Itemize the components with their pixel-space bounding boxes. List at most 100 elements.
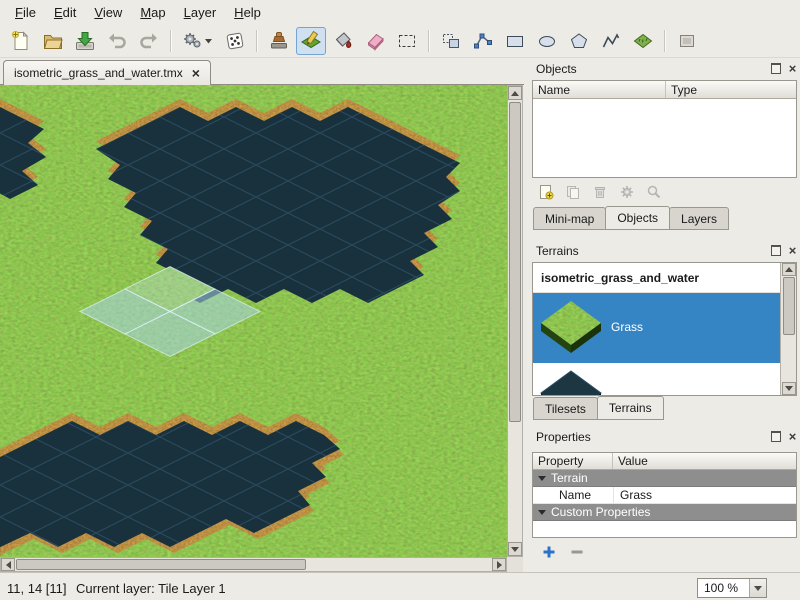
objects-dock-title: Objects xyxy=(536,62,577,76)
tab-tilesets[interactable]: Tilesets xyxy=(533,397,598,420)
insert-tile-button[interactable] xyxy=(628,27,658,55)
object-properties-button[interactable] xyxy=(617,182,637,202)
group-label: Custom Properties xyxy=(551,505,650,519)
redo-button[interactable] xyxy=(134,27,164,55)
property-row-name[interactable]: Name Grass xyxy=(533,487,796,504)
property-group-custom[interactable]: Custom Properties xyxy=(533,504,796,521)
insert-rectangle-button[interactable] xyxy=(500,27,530,55)
scrollbar-corner xyxy=(507,557,523,572)
vertical-scroll-thumb[interactable] xyxy=(783,277,795,335)
properties-dock-title: Properties xyxy=(536,430,591,444)
collapse-triangle-icon xyxy=(538,510,546,515)
column-value[interactable]: Value xyxy=(613,453,796,469)
close-tab-icon[interactable]: × xyxy=(192,67,200,79)
scroll-up-button[interactable] xyxy=(508,86,522,100)
vertical-scroll-thumb[interactable] xyxy=(509,102,521,422)
insert-polygon-button[interactable] xyxy=(564,27,594,55)
edit-polygons-button[interactable] xyxy=(468,27,498,55)
float-dock-button[interactable] xyxy=(769,62,782,75)
open-folder-icon xyxy=(42,30,64,52)
insert-ellipse-button[interactable] xyxy=(532,27,562,55)
insert-polyline-button[interactable] xyxy=(596,27,626,55)
down-arrow-icon xyxy=(785,386,793,391)
add-object-button[interactable] xyxy=(536,182,556,202)
trash-icon xyxy=(592,184,608,200)
tab-layers[interactable]: Layers xyxy=(669,207,729,230)
menu-layer[interactable]: Layer xyxy=(175,2,226,23)
tab-objects[interactable]: Objects xyxy=(605,206,670,230)
menu-help[interactable]: Help xyxy=(225,2,270,23)
menubar: File Edit View Map Layer Help xyxy=(0,0,800,24)
bucket-fill-button[interactable] xyxy=(328,27,358,55)
up-arrow-icon xyxy=(511,91,519,96)
undo-button[interactable] xyxy=(102,27,132,55)
scroll-down-button[interactable] xyxy=(782,382,796,395)
map-canvas[interactable] xyxy=(0,85,507,557)
menu-view[interactable]: View xyxy=(85,2,131,23)
float-dock-button[interactable] xyxy=(769,244,782,257)
duplicate-objects-button[interactable] xyxy=(563,182,583,202)
float-icon xyxy=(771,431,781,442)
terrains-list: isometric_grass_and_water Grass Water xyxy=(532,262,797,396)
terrains-tileset-header[interactable]: isometric_grass_and_water xyxy=(533,263,780,293)
tab-mini-map[interactable]: Mini-map xyxy=(533,207,606,230)
plus-icon xyxy=(542,545,556,559)
save-button[interactable] xyxy=(70,27,100,55)
scroll-down-button[interactable] xyxy=(508,542,522,556)
menu-edit[interactable]: Edit xyxy=(45,2,85,23)
menu-file[interactable]: File xyxy=(6,2,45,23)
zoom-to-object-button[interactable] xyxy=(644,182,664,202)
column-type[interactable]: Type xyxy=(666,81,796,98)
close-dock-button[interactable]: × xyxy=(786,244,799,257)
property-value[interactable]: Grass xyxy=(613,487,796,503)
close-dock-button[interactable]: × xyxy=(786,430,799,443)
open-button[interactable] xyxy=(38,27,68,55)
tab-label: Layers xyxy=(681,212,717,226)
rectangular-select-button[interactable] xyxy=(392,27,422,55)
new-button[interactable] xyxy=(6,27,36,55)
remove-objects-button[interactable] xyxy=(590,182,610,202)
column-property[interactable]: Property xyxy=(533,453,613,469)
tab-label: Terrains xyxy=(609,401,652,415)
canvas-horizontal-scrollbar[interactable] xyxy=(0,557,507,572)
eraser-button[interactable] xyxy=(360,27,390,55)
tab-terrains[interactable]: Terrains xyxy=(597,396,664,420)
scroll-left-button[interactable] xyxy=(1,558,15,571)
select-objects-button[interactable] xyxy=(436,27,466,55)
scroll-right-button[interactable] xyxy=(492,558,506,571)
menu-map[interactable]: Map xyxy=(131,2,174,23)
tiled-window: File Edit View Map Layer Help iso xyxy=(0,0,800,600)
terrains-scrollbar[interactable] xyxy=(780,263,796,395)
property-name: Name xyxy=(533,487,613,503)
save-icon xyxy=(74,30,96,52)
zoom-combobox[interactable]: 100 % xyxy=(697,578,767,598)
terrains-dock-buttons: × xyxy=(769,244,799,257)
stamp-brush-button[interactable] xyxy=(264,27,294,55)
terrain-label: Grass xyxy=(611,320,643,334)
dock-tabbar-tilesets: Tilesets Terrains xyxy=(533,397,663,420)
document-tab[interactable]: isometric_grass_and_water.tmx × xyxy=(3,60,211,85)
add-property-button[interactable] xyxy=(540,544,558,560)
zoom-value: 100 % xyxy=(698,581,749,595)
gear-icon xyxy=(619,184,635,200)
terrain-item-grass[interactable]: Grass xyxy=(533,293,780,363)
map-image xyxy=(0,85,507,557)
scroll-up-button[interactable] xyxy=(782,263,796,276)
commands-button[interactable] xyxy=(178,27,218,55)
undo-icon xyxy=(106,30,128,52)
zoom-dropdown-button[interactable] xyxy=(749,579,766,597)
random-mode-button[interactable] xyxy=(220,27,250,55)
close-dock-button[interactable]: × xyxy=(786,62,799,75)
column-name[interactable]: Name xyxy=(533,81,666,98)
horizontal-scroll-thumb[interactable] xyxy=(16,559,306,570)
terrain-item-water[interactable]: Water xyxy=(533,363,780,396)
new-file-icon xyxy=(10,30,32,52)
terrain-brush-button[interactable] xyxy=(296,27,326,55)
tab-label: Mini-map xyxy=(545,212,594,226)
toolbar-separator xyxy=(256,30,258,52)
property-group-terrain[interactable]: Terrain xyxy=(533,470,796,487)
canvas-vertical-scrollbar[interactable] xyxy=(507,85,523,557)
remove-property-button[interactable] xyxy=(568,544,586,560)
highlight-current-layer-button[interactable] xyxy=(672,27,702,55)
float-dock-button[interactable] xyxy=(769,430,782,443)
